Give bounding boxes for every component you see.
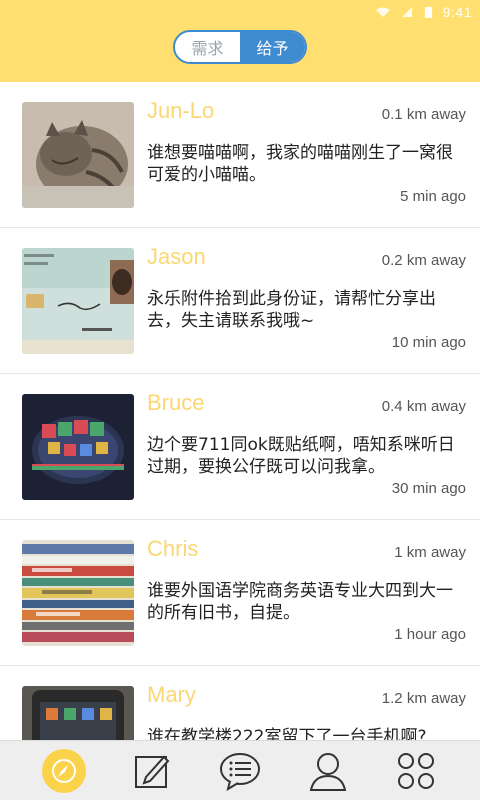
nav-profile[interactable] [303,746,353,796]
profile-icon [309,752,347,791]
books-photo [22,540,134,646]
status-bar: 9:41 [375,2,472,22]
distance: 0.2 km away [381,252,466,269]
post-text: 谁在教学楼222室留下了一台手机啊? [147,727,427,740]
nav-active-indicator [42,748,86,793]
post-list[interactable]: Jun-Lo 0.1 km away 谁想要喵喵啊，我家的喵喵刚生了一窝很可爱的… [0,82,480,740]
wifi-icon [375,7,390,17]
compass-icon [52,758,76,783]
post-time: 1 hour ago [394,626,466,643]
user-name[interactable]: Chris [147,536,198,562]
user-name[interactable]: Bruce [147,390,204,416]
battery-icon [424,6,432,18]
user-name[interactable]: Mary [147,682,196,708]
user-name[interactable]: Jason [147,244,206,270]
distance: 1 km away [394,544,466,561]
post-time: 10 min ago [391,334,466,351]
tab-give[interactable]: 给予 [240,32,305,62]
distance: 0.4 km away [381,398,466,415]
post-text: 永乐附件拾到此身份证，请帮忙分享出去，失主请联系我哦~ [147,289,436,331]
cat-photo [22,102,134,208]
stickers-photo [22,394,134,500]
post-time: 30 min ago [391,480,466,497]
list-item[interactable]: Jason 0.2 km away 永乐附件拾到此身份证，请帮忙分享出去，失主请… [0,228,480,374]
post-text: 谁想要喵喵啊，我家的喵喵刚生了一窝很可爱的小喵喵。 [147,143,453,185]
chat-icon [220,752,260,791]
nav-more[interactable] [391,746,441,796]
id-card-photo [22,248,134,354]
grid-icon [398,752,434,789]
status-time: 9:41 [442,4,472,20]
distance: 0.1 km away [381,106,466,123]
list-item[interactable]: Mary 1.2 km away 谁在教学楼222室留下了一台手机啊? [0,666,480,740]
user-name[interactable]: Jun-Lo [147,98,214,124]
tab-need[interactable]: 需求 [175,32,240,62]
top-header: 9:41 需求 给予 [0,0,480,82]
nav-messages[interactable] [215,746,265,796]
edit-icon [135,755,170,788]
post-text: 边个要711同ok既贴纸啊，唔知系咪听日过期，要换公仔既可以问我拿。 [147,435,455,477]
post-text: 谁要外国语学院商务英语专业大四到大一的所有旧书，自提。 [147,581,453,623]
post-time: 5 min ago [400,188,466,205]
segmented-control: 需求 给予 [173,30,307,64]
distance: 1.2 km away [381,690,466,707]
phone-photo [22,686,134,740]
cell-signal-icon [401,7,412,17]
list-item[interactable]: Jun-Lo 0.1 km away 谁想要喵喵啊，我家的喵喵刚生了一窝很可爱的… [0,82,480,228]
nav-discover[interactable] [39,746,89,796]
list-item[interactable]: Bruce 0.4 km away 边个要711同ok既贴纸啊，唔知系咪听日过期… [0,374,480,520]
nav-post[interactable] [127,746,177,796]
list-item[interactable]: Chris 1 km away 谁要外国语学院商务英语专业大四到大一的所有旧书，… [0,520,480,666]
bottom-nav [0,740,480,800]
